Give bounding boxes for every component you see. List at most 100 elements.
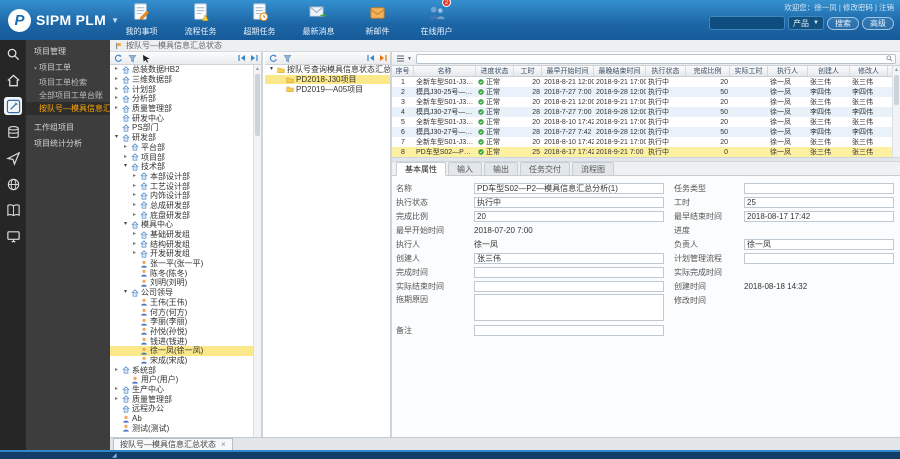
table-header[interactable]: 序号名称进度状态工时最早开始时间最晚结束时间执行状态完成比例实际工时执行人创建人… — [392, 66, 892, 77]
expand-icon[interactable]: ▸ — [122, 153, 129, 162]
field-value[interactable] — [474, 281, 664, 292]
org-tree-node[interactable]: 测试(测试) — [110, 423, 253, 433]
column-header[interactable]: 工时 — [514, 66, 542, 76]
search-button[interactable]: 搜索 — [827, 17, 859, 30]
detail-tab-item[interactable]: 任务交付 — [520, 162, 570, 175]
org-tree-node[interactable]: 刘明(刘明) — [110, 278, 253, 288]
last-page-icon[interactable] — [250, 54, 258, 62]
field-value[interactable]: 2018-08-17 17:42 — [744, 211, 894, 222]
advanced-search-button[interactable]: 高级 — [862, 17, 894, 30]
toolbar-button-4[interactable]: 最新消息 — [289, 2, 348, 37]
org-tree-node[interactable]: ▸底盘研发部 — [110, 210, 253, 220]
expand-icon[interactable]: ▸ — [113, 65, 120, 74]
org-tree-node[interactable]: ▾研发部 — [110, 133, 253, 143]
detail-tab-item[interactable]: 输入 — [448, 162, 482, 175]
resize-grip-icon[interactable]: ◢ — [112, 453, 117, 459]
close-icon[interactable]: × — [221, 440, 226, 449]
expand-icon[interactable]: ▸ — [131, 172, 138, 181]
expand-icon[interactable]: ▸ — [113, 94, 120, 103]
table-row[interactable]: 4模具J30-27号—生产验收正常282018-7-27 7:002018-9-… — [392, 107, 892, 117]
last-page-icon[interactable] — [379, 54, 387, 62]
expand-icon[interactable]: ▾ — [122, 162, 129, 171]
detail-tab-item[interactable]: 输出 — [484, 162, 518, 175]
table-row[interactable]: 3全新车型S01-J30成型模具分析正常202018-8-21 12:00201… — [392, 97, 892, 107]
field-value[interactable]: 20 — [474, 211, 664, 222]
field-value[interactable] — [744, 253, 894, 264]
toolbar-button-6[interactable]: 在线用户2 — [407, 2, 466, 37]
column-header[interactable]: 执行人 — [768, 66, 808, 76]
sidebar-menu-item[interactable]: 全部项目工单台账 — [26, 89, 110, 102]
vertical-scrollbar[interactable]: ▲ — [892, 66, 900, 157]
table-row[interactable]: 7全新车型S01-J30上模体进度正常202018-8-10 17:422018… — [392, 137, 892, 147]
column-header[interactable]: 进度状态 — [476, 66, 514, 76]
field-value[interactable] — [744, 183, 894, 194]
column-header[interactable]: 最晚结束时间 — [594, 66, 646, 76]
expand-icon[interactable]: ▸ — [113, 104, 120, 113]
sidebar-menu-item[interactable]: 工作组项目 — [26, 121, 110, 134]
org-tree-node[interactable]: ▸系统部 — [110, 365, 253, 375]
table-search-input[interactable] — [419, 55, 886, 63]
field-value[interactable]: PD车型S02—P2—模具信息汇总分析(1) — [474, 183, 664, 194]
expand-icon[interactable]: ▸ — [131, 230, 138, 239]
expand-icon[interactable]: ▸ — [131, 211, 138, 220]
database-icon[interactable] — [4, 123, 22, 141]
view-menu-icon[interactable]: ▼ — [396, 54, 412, 63]
field-value[interactable] — [474, 325, 664, 336]
send-icon[interactable] — [4, 149, 22, 167]
field-value[interactable]: 25 — [744, 197, 894, 208]
expand-icon[interactable]: ▸ — [113, 395, 120, 404]
column-header[interactable]: 执行状态 — [646, 66, 686, 76]
org-tree-node[interactable]: 远程办公 — [110, 404, 253, 414]
toolbar-button-1[interactable]: 我的事项 — [112, 2, 171, 37]
sidebar-menu-item[interactable]: 项目管理 — [26, 45, 110, 58]
search-icon[interactable] — [886, 55, 893, 62]
column-header[interactable]: 完成比例 — [686, 66, 730, 76]
refresh-icon[interactable] — [113, 53, 123, 63]
toolbar-button-5[interactable]: 新邮件 — [348, 2, 407, 37]
welcome-text[interactable]: 欢迎您：徐一凤 | 修改密码 | 注销 — [784, 2, 894, 13]
expand-icon[interactable]: ▸ — [122, 143, 129, 152]
vertical-scrollbar[interactable]: ▲ — [253, 65, 261, 437]
expand-icon[interactable]: ▾ — [122, 288, 129, 297]
scroll-up-icon[interactable]: ▲ — [254, 65, 261, 73]
expand-icon[interactable]: ▸ — [131, 201, 138, 210]
expand-icon[interactable]: ▾ — [268, 65, 275, 74]
expand-icon[interactable]: ▸ — [131, 182, 138, 191]
sidebar-menu-item[interactable]: ▾项目工单 — [26, 61, 110, 74]
column-header[interactable]: 创建人 — [808, 66, 850, 76]
search-icon[interactable] — [4, 45, 22, 63]
table-row[interactable]: 1全新车型S01-J30模具基本信息汇总正常202018-8-21 12:002… — [392, 77, 892, 87]
search-input[interactable] — [709, 16, 785, 30]
globe-icon[interactable] — [4, 175, 22, 193]
expand-icon[interactable]: ▾ — [113, 133, 120, 142]
table-row[interactable]: 6模具J30-27号—下模体验收正常282018-7-27 7:422018-9… — [392, 127, 892, 137]
scrollbar-thumb[interactable] — [255, 74, 260, 136]
org-tree-node[interactable]: ▸平台部 — [110, 143, 253, 153]
refresh-icon[interactable] — [268, 53, 278, 63]
home-icon[interactable] — [4, 71, 22, 89]
expand-icon[interactable]: ▸ — [113, 75, 120, 84]
sidebar-menu-item[interactable]: 项目统计分析 — [26, 137, 110, 150]
first-page-icon[interactable] — [238, 54, 246, 62]
filter-icon[interactable] — [127, 53, 137, 63]
org-tree-node[interactable]: ▸项目部 — [110, 152, 253, 162]
field-value[interactable]: 徐一凤 — [744, 239, 894, 250]
expand-icon[interactable]: ▸ — [113, 385, 120, 394]
table-row[interactable]: 2模具J30-25号—安装调试验收正常282018-7-27 7:002018-… — [392, 87, 892, 97]
column-header[interactable]: 最早开始时间 — [542, 66, 594, 76]
expand-icon[interactable]: ▸ — [131, 240, 138, 249]
sidebar-menu-item[interactable]: 按队号—模具信息汇总状态 — [26, 102, 110, 115]
first-page-icon[interactable] — [367, 54, 375, 62]
field-value[interactable] — [474, 267, 664, 278]
table-row[interactable]: 8PD车型S02—P2—模具信息汇总分析(1)正常252018-8-17 17:… — [392, 147, 892, 157]
scroll-up-icon[interactable]: ▲ — [893, 66, 900, 74]
column-header[interactable]: 序号 — [392, 66, 414, 76]
document-tab[interactable]: 按队号—模具信息汇总状态 × — [113, 438, 233, 450]
column-header[interactable]: 修改人 — [850, 66, 888, 76]
expand-icon[interactable]: ▸ — [131, 191, 138, 200]
field-value[interactable]: 执行中 — [474, 197, 664, 208]
detail-tab-active[interactable]: 基本属性 — [396, 162, 446, 176]
expand-icon[interactable]: ▸ — [113, 366, 120, 375]
expand-icon[interactable]: ▸ — [131, 249, 138, 258]
detail-tab-item[interactable]: 流程图 — [572, 162, 614, 175]
